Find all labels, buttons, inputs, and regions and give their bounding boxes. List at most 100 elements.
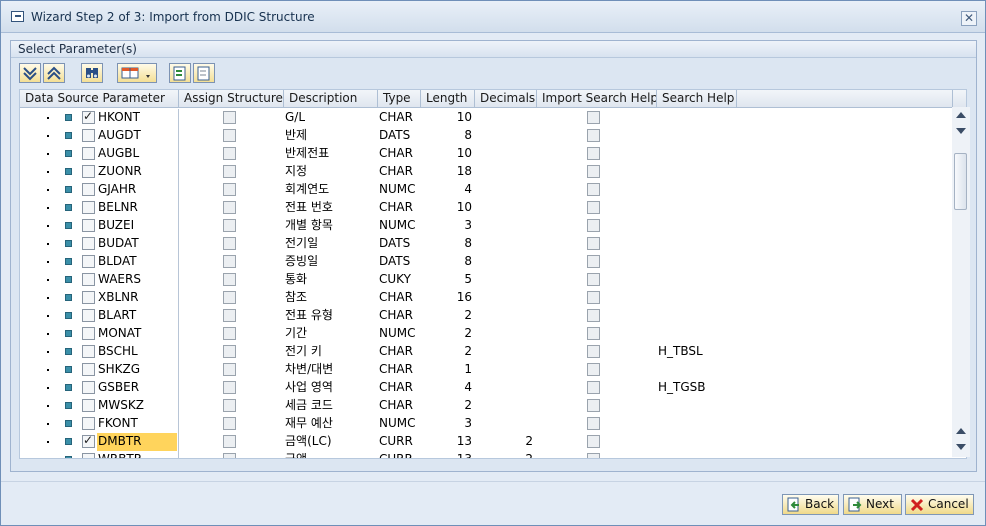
import-search-help-checkbox[interactable] (587, 129, 600, 142)
assign-structure-checkbox[interactable] (223, 399, 236, 412)
import-search-help-checkbox[interactable] (587, 201, 600, 214)
scroll-up-icon[interactable] (956, 112, 966, 118)
parameter-name[interactable]: BLART (97, 307, 177, 325)
header-import-search-help[interactable]: Import Search Help (537, 90, 657, 108)
assign-structure-checkbox[interactable] (223, 201, 236, 214)
header-data-source-parameter[interactable]: Data Source Parameter (20, 90, 179, 108)
select-parameter-checkbox[interactable] (82, 165, 95, 178)
table-row[interactable]: SHKZG 차변/대변 CHAR 1 (20, 361, 966, 379)
table-row[interactable]: GJAHR 회계연도 NUMC 4 (20, 181, 966, 199)
parameter-name[interactable]: AUGBL (97, 145, 177, 163)
select-parameter-checkbox[interactable] (82, 453, 95, 458)
assign-structure-checkbox[interactable] (223, 165, 236, 178)
deselect-all-button[interactable] (193, 63, 215, 83)
assign-structure-checkbox[interactable] (223, 417, 236, 430)
assign-structure-checkbox[interactable] (223, 345, 236, 358)
parameter-name[interactable]: BUDAT (97, 235, 177, 253)
next-button[interactable]: Next (843, 494, 902, 515)
assign-structure-checkbox[interactable] (223, 327, 236, 340)
select-all-button[interactable] (169, 63, 191, 83)
select-parameter-checkbox[interactable] (82, 345, 95, 358)
parameter-name[interactable]: DMBTR (97, 433, 177, 451)
parameter-name[interactable]: GSBER (97, 379, 177, 397)
select-parameter-checkbox[interactable] (82, 129, 95, 142)
header-type[interactable]: Type (378, 90, 421, 108)
import-search-help-checkbox[interactable] (587, 399, 600, 412)
import-search-help-checkbox[interactable] (587, 183, 600, 196)
table-row[interactable]: FKONT 재무 예산 NUMC 3 (20, 415, 966, 433)
table-row[interactable]: BUZEI 개별 항목 NUMC 3 (20, 217, 966, 235)
import-search-help-checkbox[interactable] (587, 417, 600, 430)
scroll-thumb[interactable] (954, 153, 967, 210)
parameter-name[interactable]: HKONT (97, 109, 177, 127)
import-search-help-checkbox[interactable] (587, 255, 600, 268)
parameter-name[interactable]: MONAT (97, 325, 177, 343)
import-search-help-checkbox[interactable] (587, 363, 600, 376)
assign-structure-checkbox[interactable] (223, 291, 236, 304)
table-row[interactable]: HKONT G/L CHAR 10 (20, 109, 966, 127)
assign-structure-checkbox[interactable] (223, 183, 236, 196)
expand-all-button[interactable] (19, 63, 41, 83)
assign-structure-checkbox[interactable] (223, 255, 236, 268)
parameter-name[interactable]: FKONT (97, 415, 177, 433)
header-decimals[interactable]: Decimals (475, 90, 537, 108)
scroll-down-bottom-icon[interactable] (956, 444, 966, 450)
table-row[interactable]: WAERS 통화 CUKY 5 (20, 271, 966, 289)
import-search-help-checkbox[interactable] (587, 453, 600, 458)
select-parameter-checkbox[interactable] (82, 219, 95, 232)
table-row[interactable]: BELNR 전표 번호 CHAR 10 (20, 199, 966, 217)
assign-structure-checkbox[interactable] (223, 363, 236, 376)
cancel-button[interactable]: Cancel (905, 494, 974, 515)
parameter-name[interactable]: BELNR (97, 199, 177, 217)
assign-structure-checkbox[interactable] (223, 129, 236, 142)
table-row[interactable]: BLDAT 증빙일 DATS 8 (20, 253, 966, 271)
import-search-help-checkbox[interactable] (587, 147, 600, 160)
header-search-help[interactable]: Search Help (657, 90, 737, 108)
vertical-scrollbar[interactable] (952, 107, 970, 457)
assign-structure-checkbox[interactable] (223, 147, 236, 160)
parameter-name[interactable]: BLDAT (97, 253, 177, 271)
parameter-name[interactable]: BUZEI (97, 217, 177, 235)
scroll-down-icon[interactable] (956, 128, 966, 134)
table-row[interactable]: BSCHL 전기 키 CHAR 2 H_TBSL (20, 343, 966, 361)
import-search-help-checkbox[interactable] (587, 435, 600, 448)
table-row[interactable]: WRBTR 금액 CURR 13 2 (20, 451, 966, 458)
select-parameter-checkbox[interactable] (82, 381, 95, 394)
parameter-name[interactable]: ZUONR (97, 163, 177, 181)
assign-structure-checkbox[interactable] (223, 237, 236, 250)
header-assign-structure[interactable]: Assign Structure (179, 90, 284, 108)
select-parameter-checkbox[interactable] (82, 147, 95, 160)
table-row[interactable]: AUGDT 반제 DATS 8 (20, 127, 966, 145)
select-parameter-checkbox[interactable] (82, 417, 95, 430)
assign-structure-checkbox[interactable] (223, 219, 236, 232)
table-row[interactable]: XBLNR 참조 CHAR 16 (20, 289, 966, 307)
table-row[interactable]: MWSKZ 세금 코드 CHAR 2 (20, 397, 966, 415)
close-button[interactable]: ✕ (961, 11, 977, 26)
find-button[interactable] (81, 63, 103, 83)
assign-structure-checkbox[interactable] (223, 453, 236, 458)
select-parameter-checkbox[interactable] (82, 255, 95, 268)
import-search-help-checkbox[interactable] (587, 291, 600, 304)
parameter-name[interactable]: WRBTR (97, 451, 177, 458)
select-parameter-checkbox[interactable] (82, 183, 95, 196)
parameter-name[interactable]: MWSKZ (97, 397, 177, 415)
import-search-help-checkbox[interactable] (587, 381, 600, 394)
select-parameter-checkbox[interactable] (82, 109, 95, 124)
table-row[interactable]: MONAT 기간 NUMC 2 (20, 325, 966, 343)
select-parameter-checkbox[interactable] (82, 309, 95, 322)
table-row[interactable]: GSBER 사업 영역 CHAR 4 H_TGSB (20, 379, 966, 397)
table-row[interactable]: AUGBL 반제전표 CHAR 10 (20, 145, 966, 163)
select-parameter-checkbox[interactable] (82, 433, 95, 448)
scroll-up-bottom-icon[interactable] (956, 428, 966, 434)
select-parameter-checkbox[interactable] (82, 327, 95, 340)
parameter-name[interactable]: WAERS (97, 271, 177, 289)
select-parameter-checkbox[interactable] (82, 399, 95, 412)
select-parameter-checkbox[interactable] (82, 237, 95, 250)
parameter-name[interactable]: SHKZG (97, 361, 177, 379)
import-search-help-checkbox[interactable] (587, 345, 600, 358)
select-parameter-checkbox[interactable] (82, 363, 95, 376)
select-parameter-checkbox[interactable] (82, 291, 95, 304)
assign-structure-checkbox[interactable] (223, 111, 236, 124)
header-length[interactable]: Length (421, 90, 475, 108)
assign-structure-checkbox[interactable] (223, 309, 236, 322)
